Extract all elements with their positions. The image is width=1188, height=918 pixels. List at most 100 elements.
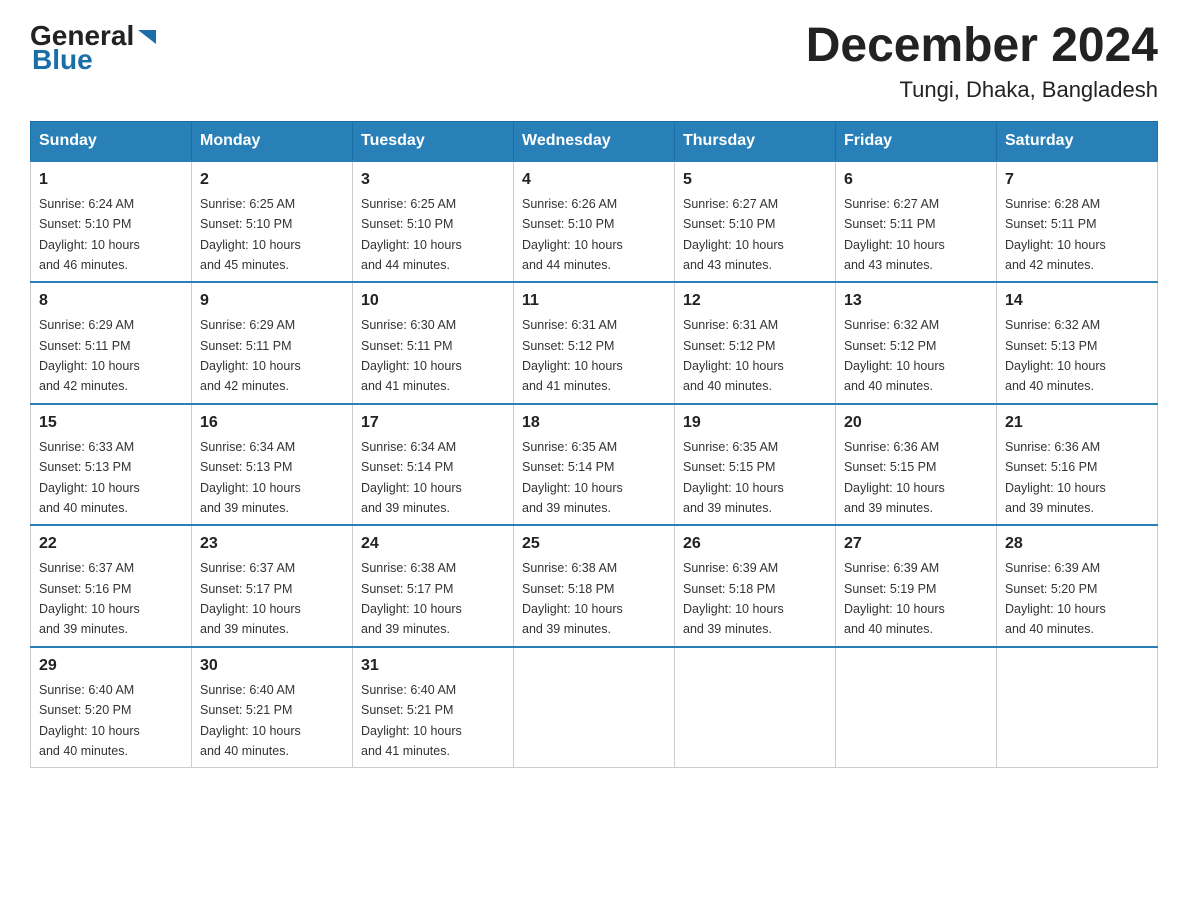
calendar-day-cell: 23 Sunrise: 6:37 AMSunset: 5:17 PMDayligh…: [192, 525, 353, 647]
calendar-day-cell: 31Sunrise: 6:40 AMSunset: 5:21 PMDayligh…: [353, 647, 514, 768]
day-number: 2: [200, 168, 344, 192]
day-number: 19: [683, 411, 827, 435]
page-subtitle: Tungi, Dhaka, Bangladesh: [806, 77, 1158, 103]
day-number: 10: [361, 289, 505, 313]
calendar-day-cell: 30Sunrise: 6:40 AMSunset: 5:21 PMDayligh…: [192, 647, 353, 768]
day-info: Sunrise: 6:39 AMSunset: 5:19 PMDaylight:…: [844, 561, 945, 636]
calendar-day-cell: 11Sunrise: 6:31 AMSunset: 5:12 PMDayligh…: [514, 282, 675, 404]
calendar-day-cell: 22Sunrise: 6:37 AMSunset: 5:16 PMDayligh…: [31, 525, 192, 647]
calendar-day-cell: 10 Sunrise: 6:30 AMSunset: 5:11 PMDayligh…: [353, 282, 514, 404]
calendar-day-cell: 15 Sunrise: 6:33 AMSunset: 5:13 PMDayligh…: [31, 404, 192, 526]
day-info: Sunrise: 6:39 AMSunset: 5:20 PMDaylight:…: [1005, 561, 1106, 636]
day-info: Sunrise: 6:37 AMSunset: 5:17 PMDaylight:…: [200, 561, 301, 636]
day-number: 23: [200, 532, 344, 556]
day-number: 4: [522, 168, 666, 192]
calendar-header-sunday: Sunday: [31, 121, 192, 161]
day-number: 12: [683, 289, 827, 313]
calendar-day-cell: 18Sunrise: 6:35 AMSunset: 5:14 PMDayligh…: [514, 404, 675, 526]
day-number: 21: [1005, 411, 1149, 435]
calendar-day-cell: 9 Sunrise: 6:29 AMSunset: 5:11 PMDaylight…: [192, 282, 353, 404]
calendar-day-cell: 12 Sunrise: 6:31 AMSunset: 5:12 PMDayligh…: [675, 282, 836, 404]
calendar-header-monday: Monday: [192, 121, 353, 161]
logo: General Blue: [30, 20, 158, 76]
day-info: Sunrise: 6:27 AMSunset: 5:10 PMDaylight:…: [683, 197, 784, 272]
day-info: Sunrise: 6:33 AMSunset: 5:13 PMDaylight:…: [39, 440, 140, 515]
calendar-table: SundayMondayTuesdayWednesdayThursdayFrid…: [30, 121, 1158, 769]
calendar-day-cell: 25 Sunrise: 6:38 AMSunset: 5:18 PMDayligh…: [514, 525, 675, 647]
calendar-day-cell: 2 Sunrise: 6:25 AMSunset: 5:10 PMDaylight…: [192, 161, 353, 283]
calendar-day-cell: 16Sunrise: 6:34 AMSunset: 5:13 PMDayligh…: [192, 404, 353, 526]
day-number: 9: [200, 289, 344, 313]
calendar-day-cell: 3 Sunrise: 6:25 AMSunset: 5:10 PMDaylight…: [353, 161, 514, 283]
calendar-header-thursday: Thursday: [675, 121, 836, 161]
calendar-day-cell: 21 Sunrise: 6:36 AMSunset: 5:16 PMDayligh…: [997, 404, 1158, 526]
day-info: Sunrise: 6:32 AMSunset: 5:13 PMDaylight:…: [1005, 318, 1106, 393]
calendar-day-cell: 17 Sunrise: 6:34 AMSunset: 5:14 PMDayligh…: [353, 404, 514, 526]
calendar-day-cell: 28 Sunrise: 6:39 AMSunset: 5:20 PMDayligh…: [997, 525, 1158, 647]
day-number: 7: [1005, 168, 1149, 192]
day-number: 13: [844, 289, 988, 313]
day-number: 30: [200, 654, 344, 678]
calendar-day-cell: 14 Sunrise: 6:32 AMSunset: 5:13 PMDayligh…: [997, 282, 1158, 404]
calendar-day-cell: 7 Sunrise: 6:28 AMSunset: 5:11 PMDaylight…: [997, 161, 1158, 283]
day-number: 24: [361, 532, 505, 556]
day-info: Sunrise: 6:37 AMSunset: 5:16 PMDaylight:…: [39, 561, 140, 636]
day-info: Sunrise: 6:36 AMSunset: 5:15 PMDaylight:…: [844, 440, 945, 515]
day-info: Sunrise: 6:25 AMSunset: 5:10 PMDaylight:…: [200, 197, 301, 272]
day-info: Sunrise: 6:35 AMSunset: 5:14 PMDaylight:…: [522, 440, 623, 515]
calendar-header-friday: Friday: [836, 121, 997, 161]
day-number: 15: [39, 411, 183, 435]
day-number: 3: [361, 168, 505, 192]
day-info: Sunrise: 6:27 AMSunset: 5:11 PMDaylight:…: [844, 197, 945, 272]
day-number: 14: [1005, 289, 1149, 313]
day-number: 26: [683, 532, 827, 556]
day-number: 1: [39, 168, 183, 192]
calendar-day-cell: 29Sunrise: 6:40 AMSunset: 5:20 PMDayligh…: [31, 647, 192, 768]
day-number: 28: [1005, 532, 1149, 556]
calendar-day-cell: 27 Sunrise: 6:39 AMSunset: 5:19 PMDayligh…: [836, 525, 997, 647]
day-info: Sunrise: 6:29 AMSunset: 5:11 PMDaylight:…: [39, 318, 140, 393]
day-number: 17: [361, 411, 505, 435]
day-info: Sunrise: 6:35 AMSunset: 5:15 PMDaylight:…: [683, 440, 784, 515]
calendar-week-row: 8 Sunrise: 6:29 AMSunset: 5:11 PMDaylight…: [31, 282, 1158, 404]
calendar-empty-cell: [675, 647, 836, 768]
day-info: Sunrise: 6:32 AMSunset: 5:12 PMDaylight:…: [844, 318, 945, 393]
day-info: Sunrise: 6:36 AMSunset: 5:16 PMDaylight:…: [1005, 440, 1106, 515]
day-number: 8: [39, 289, 183, 313]
day-info: Sunrise: 6:28 AMSunset: 5:11 PMDaylight:…: [1005, 197, 1106, 272]
day-info: Sunrise: 6:38 AMSunset: 5:18 PMDaylight:…: [522, 561, 623, 636]
calendar-header-wednesday: Wednesday: [514, 121, 675, 161]
calendar-week-row: 29Sunrise: 6:40 AMSunset: 5:20 PMDayligh…: [31, 647, 1158, 768]
day-number: 31: [361, 654, 505, 678]
calendar-header-saturday: Saturday: [997, 121, 1158, 161]
day-number: 6: [844, 168, 988, 192]
day-number: 25: [522, 532, 666, 556]
day-info: Sunrise: 6:34 AMSunset: 5:13 PMDaylight:…: [200, 440, 301, 515]
day-number: 5: [683, 168, 827, 192]
title-area: December 2024 Tungi, Dhaka, Bangladesh: [806, 20, 1158, 103]
logo-blue-text: Blue: [32, 44, 158, 76]
calendar-day-cell: 13 Sunrise: 6:32 AMSunset: 5:12 PMDayligh…: [836, 282, 997, 404]
day-info: Sunrise: 6:31 AMSunset: 5:12 PMDaylight:…: [683, 318, 784, 393]
day-info: Sunrise: 6:24 AMSunset: 5:10 PMDaylight:…: [39, 197, 140, 272]
calendar-header-tuesday: Tuesday: [353, 121, 514, 161]
day-number: 27: [844, 532, 988, 556]
calendar-day-cell: 1 Sunrise: 6:24 AMSunset: 5:10 PMDaylight…: [31, 161, 192, 283]
page-header: General Blue December 2024 Tungi, Dhaka,…: [30, 20, 1158, 103]
day-info: Sunrise: 6:30 AMSunset: 5:11 PMDaylight:…: [361, 318, 462, 393]
calendar-day-cell: 8 Sunrise: 6:29 AMSunset: 5:11 PMDaylight…: [31, 282, 192, 404]
day-info: Sunrise: 6:39 AMSunset: 5:18 PMDaylight:…: [683, 561, 784, 636]
day-number: 29: [39, 654, 183, 678]
calendar-day-cell: 19 Sunrise: 6:35 AMSunset: 5:15 PMDayligh…: [675, 404, 836, 526]
day-info: Sunrise: 6:34 AMSunset: 5:14 PMDaylight:…: [361, 440, 462, 515]
calendar-day-cell: 20 Sunrise: 6:36 AMSunset: 5:15 PMDayligh…: [836, 404, 997, 526]
calendar-empty-cell: [514, 647, 675, 768]
day-number: 20: [844, 411, 988, 435]
page-title: December 2024: [806, 20, 1158, 73]
calendar-day-cell: 26 Sunrise: 6:39 AMSunset: 5:18 PMDayligh…: [675, 525, 836, 647]
calendar-day-cell: 24Sunrise: 6:38 AMSunset: 5:17 PMDayligh…: [353, 525, 514, 647]
day-info: Sunrise: 6:29 AMSunset: 5:11 PMDaylight:…: [200, 318, 301, 393]
day-info: Sunrise: 6:25 AMSunset: 5:10 PMDaylight:…: [361, 197, 462, 272]
calendar-week-row: 15 Sunrise: 6:33 AMSunset: 5:13 PMDayligh…: [31, 404, 1158, 526]
calendar-day-cell: 5 Sunrise: 6:27 AMSunset: 5:10 PMDaylight…: [675, 161, 836, 283]
